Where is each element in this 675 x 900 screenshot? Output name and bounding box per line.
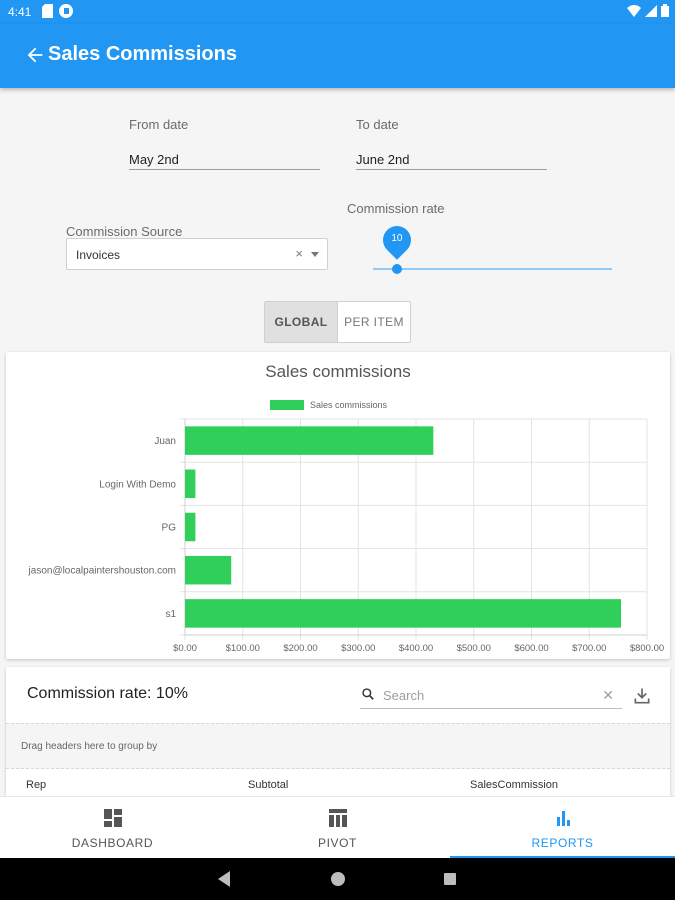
- mode-toggle-group: GLOBAL PER ITEM: [264, 301, 411, 343]
- back-arrow-icon[interactable]: [24, 44, 46, 66]
- system-home-icon[interactable]: [331, 872, 345, 886]
- search-input[interactable]: Search ✕: [360, 685, 622, 709]
- download-icon[interactable]: [632, 686, 652, 706]
- x-tick-label: $500.00: [457, 643, 491, 654]
- battery-icon: [661, 4, 669, 17]
- category-label: Login With Demo: [99, 479, 176, 490]
- slider-thumb[interactable]: [391, 264, 402, 274]
- global-toggle-button[interactable]: GLOBAL: [265, 302, 338, 342]
- nav-label-reports: REPORTS: [531, 836, 594, 850]
- legend-swatch: [270, 400, 304, 410]
- to-date-field[interactable]: June 2nd: [356, 150, 547, 170]
- x-tick-label: $600.00: [514, 643, 548, 654]
- from-date-label: From date: [129, 117, 189, 132]
- chevron-down-icon[interactable]: [311, 252, 319, 257]
- group-by-hint: Drag headers here to group by: [21, 741, 158, 752]
- x-tick-label: $400.00: [399, 643, 433, 654]
- legend-label: Sales commissions: [310, 400, 388, 410]
- commission-rate-slider[interactable]: 10: [360, 220, 620, 284]
- commission-source-select[interactable]: Invoices ×: [66, 238, 328, 270]
- nav-label-dashboard: DASHBOARD: [71, 836, 154, 850]
- nav-label-pivot: PIVOT: [317, 836, 357, 850]
- x-tick-label: $0.00: [173, 643, 197, 654]
- x-tick-label: $800.00: [630, 643, 664, 654]
- clear-icon[interactable]: ×: [295, 246, 303, 261]
- page-title: Sales Commissions: [48, 43, 237, 65]
- column-header-sales-commission[interactable]: SalesCommission: [470, 779, 558, 791]
- status-system-icons: [627, 4, 669, 17]
- slider-value-text: 10: [391, 233, 403, 244]
- x-tick-label: $700.00: [572, 643, 606, 654]
- nav-item-reports[interactable]: REPORTS: [450, 797, 675, 858]
- clear-search-icon[interactable]: ✕: [602, 687, 614, 704]
- system-back-icon[interactable]: [218, 871, 230, 887]
- commission-rate-label: Commission rate: [347, 201, 445, 216]
- bar: [185, 512, 196, 542]
- bottom-navigation: DASHBOARD PIVOT REPORTS: [0, 796, 675, 858]
- bar: [185, 599, 622, 628]
- search-icon: [362, 688, 374, 700]
- category-label: s1: [165, 609, 176, 620]
- group-by-panel[interactable]: Drag headers here to group by: [6, 723, 670, 769]
- x-tick-label: $300.00: [341, 643, 375, 654]
- dashboard-icon: [103, 809, 122, 827]
- to-date-label: To date: [356, 117, 399, 132]
- pivot-table-icon: [328, 809, 347, 827]
- status-bar: 4:41: [0, 0, 675, 24]
- nav-item-pivot[interactable]: PIVOT: [225, 797, 450, 858]
- sales-commissions-chart: Sales commissions $0.00 $100.00 $200.00 $300…: [28, 400, 664, 654]
- bar: [185, 555, 232, 585]
- per-item-toggle-button[interactable]: PER ITEM: [338, 302, 410, 342]
- app-bar: Sales Commissions: [0, 24, 675, 88]
- status-time: 4:41: [8, 5, 32, 19]
- search-placeholder: Search: [383, 688, 425, 703]
- category-label: jason@localpaintershouston.com: [28, 566, 176, 577]
- category-label: Juan: [154, 436, 176, 447]
- commission-source-value: Invoices: [76, 248, 121, 262]
- system-recents-icon[interactable]: [444, 873, 456, 885]
- sd-card-icon: [42, 4, 53, 18]
- bar: [185, 469, 196, 499]
- status-notification-icons: [42, 4, 73, 18]
- slider-track[interactable]: [373, 268, 612, 270]
- from-date-field[interactable]: May 2nd: [129, 150, 320, 170]
- commission-table-card: Commission rate: 10% Search ✕ Drag heade…: [6, 667, 670, 807]
- sales-commissions-chart-card: Sales commissions Sales commissions $0.00…: [6, 352, 670, 659]
- app-notification-icon: [59, 4, 73, 18]
- bar: [185, 426, 434, 455]
- signal-icon: [645, 4, 657, 17]
- x-tick-label: $200.00: [283, 643, 317, 654]
- commission-source-label: Commission Source: [66, 224, 183, 239]
- table-title: Commission rate: 10%: [27, 685, 188, 702]
- column-header-rep[interactable]: Rep: [26, 779, 46, 791]
- system-navigation-bar: [0, 858, 675, 900]
- nav-item-dashboard[interactable]: DASHBOARD: [0, 797, 225, 858]
- category-label: PG: [162, 523, 177, 534]
- x-tick-label: $100.00: [226, 643, 260, 654]
- wifi-icon: [627, 4, 641, 17]
- column-header-subtotal[interactable]: Subtotal: [248, 779, 288, 791]
- bar-chart-icon: [556, 811, 570, 826]
